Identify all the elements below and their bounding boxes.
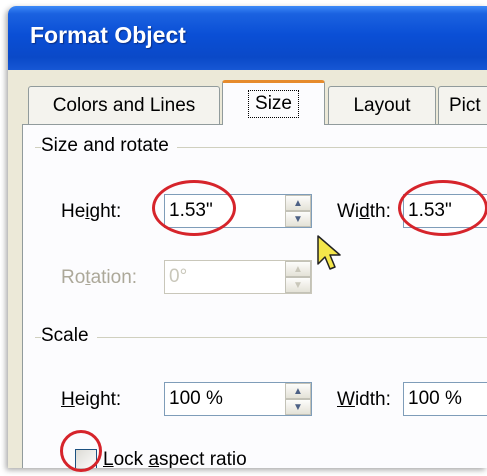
title-bar[interactable]: Format Object (8, 6, 487, 70)
tab-label: Pict (449, 94, 481, 116)
rotation-input[interactable]: 0° (165, 261, 285, 293)
lock-aspect-ratio-label[interactable]: Lock aspect ratio (103, 449, 247, 468)
size-tab-panel: Size and rotate Height: 1.53" ▲ ▼ Width:… (22, 124, 487, 468)
tab-label: Colors and Lines (52, 94, 196, 116)
spin-up-arrow-icon[interactable]: ▲ (285, 261, 311, 277)
height-spinner[interactable]: 1.53" ▲ ▼ (164, 194, 312, 228)
scale-group-title: Scale (41, 325, 97, 347)
dialog-frame: Format Object Colors and Lines Size Layo… (8, 6, 487, 468)
spin-down-arrow-icon[interactable]: ▼ (285, 211, 311, 227)
group-divider (35, 337, 487, 338)
tab-colors-and-lines[interactable]: Colors and Lines (28, 86, 220, 124)
lock-aspect-ratio-checkbox[interactable] (75, 449, 97, 468)
height-input[interactable]: 1.53" (165, 195, 285, 227)
spin-down-arrow-icon[interactable]: ▼ (285, 277, 311, 293)
scale-height-label: Height: (61, 389, 122, 410)
size-rotate-group-title: Size and rotate (41, 135, 177, 157)
scale-width-spinner[interactable]: 100 % (403, 382, 487, 416)
rotation-spin-buttons: ▲ ▼ (285, 261, 311, 293)
window-title: Format Object (30, 22, 186, 48)
scale-height-spin-buttons: ▲ ▼ (285, 383, 311, 415)
scale-width-label: Width: (337, 389, 391, 410)
width-label: Width: (337, 201, 391, 222)
scale-height-input[interactable]: 100 % (165, 383, 285, 415)
spin-up-arrow-icon[interactable]: ▲ (285, 383, 311, 399)
format-object-dialog: Format Object Colors and Lines Size Layo… (0, 0, 487, 476)
tab-size[interactable]: Size (222, 80, 325, 125)
width-spinner[interactable]: 1.53" (403, 194, 487, 228)
tab-label: Layout (353, 94, 411, 116)
mouse-pointer-icon (317, 235, 341, 270)
rotation-spinner[interactable]: 0° ▲ ▼ (164, 260, 312, 294)
rotation-label: Rotation: (61, 267, 138, 288)
spin-down-arrow-icon[interactable]: ▼ (285, 399, 311, 415)
tab-layout[interactable]: Layout (328, 86, 436, 124)
tab-picture[interactable]: Pict (438, 86, 487, 124)
spin-up-arrow-icon[interactable]: ▲ (285, 195, 311, 211)
width-input[interactable]: 1.53" (404, 195, 487, 227)
tab-label: Size (248, 90, 299, 118)
height-spin-buttons: ▲ ▼ (285, 195, 311, 227)
dialog-body: Colors and Lines Size Layout Pict Size a… (8, 70, 487, 468)
height-label: Height: (61, 201, 122, 222)
scale-width-input[interactable]: 100 % (404, 383, 487, 415)
scale-height-spinner[interactable]: 100 % ▲ ▼ (164, 382, 312, 416)
